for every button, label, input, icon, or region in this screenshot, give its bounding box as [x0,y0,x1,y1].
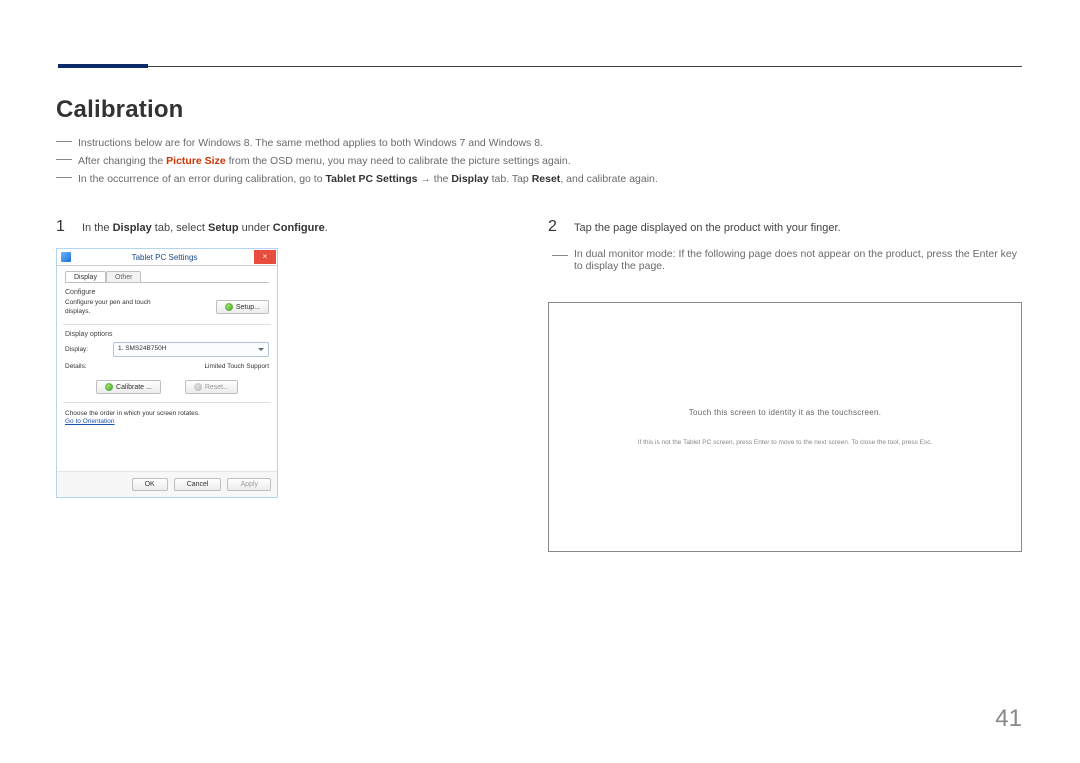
details-value: Limited Touch Support [204,363,269,370]
page-title: Calibration [56,96,184,124]
display-label: Display: [65,346,107,353]
apply-button[interactable]: Apply [227,478,271,491]
window-tabs: Display Other [65,270,269,281]
column-left: 1 In the Display tab, select Setup under… [56,218,498,552]
step-1-number: 1 [56,218,70,236]
dialog-footer: OK Cancel Apply [57,471,277,497]
window-title: Tablet PC Settings [75,253,254,262]
header-accent [58,64,148,68]
setup-button[interactable]: Setup... [216,300,269,314]
details-label: Details: [65,363,107,370]
tab-other[interactable]: Other [106,271,142,282]
step-1-text: In the Display tab, select Setup under C… [82,222,328,234]
tablet-pc-settings-window: Tablet PC Settings × Display Other Confi… [56,248,278,498]
tab-display[interactable]: Display [65,271,106,282]
step-2-text: Tap the page displayed on the product wi… [574,222,841,234]
touch-panel-line2: If this is not the Tablet PC screen, pre… [638,439,933,446]
intro-note-1: Instructions below are for Windows 8. Th… [56,134,1022,152]
go-to-orientation-link[interactable]: Go to Orientation [65,418,115,425]
display-select[interactable]: 1. SMS24B750H [113,342,269,357]
calibrate-button-label: Calibrate ... [116,384,152,391]
header-rule [58,66,1022,67]
intro-note-3: In the occurrence of an error during cal… [56,170,1022,188]
reset-button[interactable]: Reset... [185,380,238,394]
window-icon [61,252,71,262]
step-1: 1 In the Display tab, select Setup under… [56,218,498,236]
reset-icon [194,383,202,391]
display-options-heading: Display options [65,331,269,338]
intro-block: Instructions below are for Windows 8. Th… [56,134,1022,188]
cancel-button[interactable]: Cancel [174,478,222,491]
step-2-number: 2 [548,218,562,236]
calibrate-icon [105,383,113,391]
reset-button-label: Reset... [205,384,229,391]
close-button[interactable]: × [254,250,276,264]
touch-screen-panel: Touch this screen to identity it as the … [548,302,1022,552]
step-2-note-text: In dual monitor mode: If the following p… [574,248,1022,272]
ok-button[interactable]: OK [132,478,168,491]
step-2-note: In dual monitor mode: If the following p… [552,248,1022,272]
intro-note-2-text: After changing the Picture Size from the… [78,152,1022,170]
picture-size-emph: Picture Size [166,155,226,167]
calibrate-button[interactable]: Calibrate ... [96,380,161,394]
touch-panel-line1: Touch this screen to identity it as the … [689,408,882,417]
window-titlebar: Tablet PC Settings × [57,249,277,266]
setup-button-label: Setup... [236,304,260,311]
intro-note-2: After changing the Picture Size from the… [56,152,1022,170]
column-right: 2 Tap the page displayed on the product … [548,218,1022,552]
intro-note-3-text: In the occurrence of an error during cal… [78,170,1022,188]
configure-desc: Configure your pen and touch displays. [65,298,175,316]
intro-note-1-text: Instructions below are for Windows 8. Th… [78,134,1022,152]
setup-icon [225,303,233,311]
rotate-desc: Choose the order in which your screen ro… [65,409,269,418]
step-2: 2 Tap the page displayed on the product … [548,218,1022,236]
page-number: 41 [995,705,1022,733]
configure-heading: Configure [65,289,269,296]
